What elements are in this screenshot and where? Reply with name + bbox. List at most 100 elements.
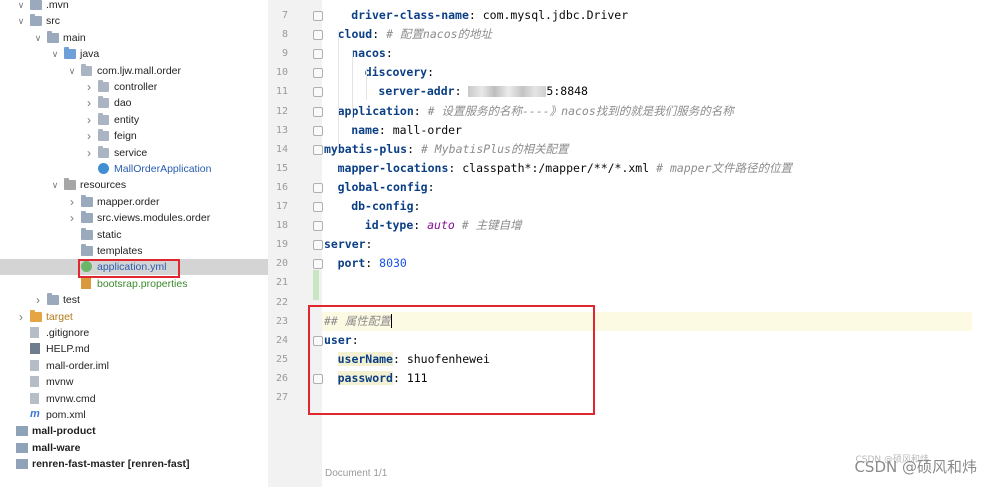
folder-icon: [30, 0, 42, 10]
tree-item-label: MallOrderApplication: [114, 163, 212, 175]
folder-icon: [30, 14, 42, 27]
tree-item[interactable]: mvnw: [0, 374, 268, 390]
line-number: 15: [275, 162, 288, 174]
tree-item-label: pom.xml: [46, 409, 86, 421]
chevron-down-icon[interactable]: ∨: [16, 13, 26, 29]
tree-item-label: java: [80, 48, 100, 61]
code-line[interactable]: mapper-locations: classpath*:/mapper/**/…: [322, 159, 972, 178]
code-line[interactable]: db-config:: [322, 197, 972, 216]
line-number: 13: [275, 124, 288, 136]
chevron-right-icon[interactable]: ›: [16, 309, 26, 325]
line-number: 12: [275, 105, 288, 117]
code-line[interactable]: [322, 273, 972, 292]
yaml-key: server: [324, 237, 366, 252]
file-icon: [30, 376, 39, 388]
line-number: 26: [275, 372, 288, 384]
tree-item[interactable]: mall-ware: [0, 440, 268, 456]
module-icon: [16, 426, 28, 437]
tree-item[interactable]: HELP.md: [0, 341, 268, 357]
code-line[interactable]: cloud: # 配置nacos的地址: [322, 25, 972, 44]
chevron-right-icon[interactable]: ›: [84, 145, 94, 161]
chevron-right-icon[interactable]: ›: [33, 292, 43, 308]
package-icon: [98, 145, 109, 158]
tree-item[interactable]: ∨ resources: [0, 177, 268, 193]
code-text: :: [454, 84, 469, 99]
annotation-box-application-yml: [78, 259, 180, 278]
tree-item[interactable]: ∨ com.ljw.mall.order: [0, 63, 268, 79]
line-number: 21: [275, 277, 288, 289]
folder-icon: [47, 30, 59, 43]
code-line[interactable]: nacos:: [322, 44, 972, 63]
chevron-down-icon[interactable]: ∨: [50, 177, 60, 193]
tree-item[interactable]: MallOrderApplication: [0, 161, 268, 177]
line-number: 11: [275, 86, 288, 98]
tree-item[interactable]: static: [0, 227, 268, 243]
code-comment: # 设置服务的名称----》nacos找到的就是我们服务的名称: [427, 103, 734, 118]
tree-item-label: service: [114, 146, 148, 159]
code-line[interactable]: global-config:: [322, 178, 972, 197]
chevron-right-icon[interactable]: ›: [67, 194, 77, 210]
tree-item-label: target: [46, 310, 73, 323]
watermark: CSDN @硕风和炜: [854, 458, 977, 476]
chevron-down-icon[interactable]: ∨: [33, 30, 43, 46]
line-number: 8: [281, 29, 288, 41]
tree-item[interactable]: › target: [0, 309, 268, 325]
yaml-key: application: [337, 103, 414, 118]
tree-item[interactable]: ∨ main: [0, 30, 268, 46]
tree-item[interactable]: mall-product: [0, 423, 268, 439]
chevron-right-icon[interactable]: ›: [84, 95, 94, 111]
tree-item-label: renren-fast-master [renren-fast]: [32, 458, 190, 471]
tree-item[interactable]: ∨ .mvn: [0, 0, 268, 13]
tree-item[interactable]: › service: [0, 145, 268, 161]
tree-item[interactable]: mall-order.iml: [0, 358, 268, 374]
tree-item[interactable]: m pom.xml: [0, 407, 268, 423]
yaml-key: cloud: [337, 27, 373, 42]
chevron-right-icon[interactable]: ›: [84, 79, 94, 95]
chevron-right-icon[interactable]: ›: [84, 112, 94, 128]
redacted-ip: [468, 86, 547, 98]
chevron-right-icon[interactable]: ›: [84, 128, 94, 144]
code-line[interactable]: port: 8030: [322, 254, 972, 273]
yaml-key: driver-class-name: [351, 8, 469, 22]
code-line[interactable]: name: mall-order: [322, 121, 972, 140]
code-line[interactable]: id-type: auto # 主键自增: [322, 216, 972, 235]
line-number: 24: [275, 334, 288, 346]
code-line[interactable]: discovery:: [322, 63, 972, 82]
tree-item[interactable]: › controller: [0, 79, 268, 95]
tree-item[interactable]: ∨ src: [0, 13, 268, 29]
chevron-down-icon[interactable]: ∨: [16, 0, 26, 13]
tree-item[interactable]: › mapper.order: [0, 194, 268, 210]
tree-item-label: entity: [114, 113, 140, 126]
chevron-right-icon[interactable]: ›: [67, 210, 77, 226]
code-text: :: [407, 141, 421, 156]
code-text: :: [365, 256, 380, 271]
code-text: : com.mysql.jdbc.Driver: [468, 8, 629, 22]
tree-item[interactable]: › feign: [0, 128, 268, 144]
tree-item[interactable]: renren-fast-master [renren-fast]: [0, 456, 268, 472]
tree-item[interactable]: › dao: [0, 95, 268, 111]
tree-item[interactable]: templates: [0, 243, 268, 259]
properties-icon: [81, 277, 91, 289]
code-line[interactable]: application: # 设置服务的名称----》nacos找到的就是我们服…: [322, 102, 972, 121]
yaml-key: port: [337, 256, 366, 271]
tree-item[interactable]: › entity: [0, 112, 268, 128]
indent-guide: [366, 68, 367, 100]
code-text: 8030: [379, 256, 407, 271]
code-text: :: [372, 27, 387, 42]
tree-item[interactable]: ∨ java: [0, 46, 268, 62]
code-line[interactable]: driver-class-name: com.mysql.jdbc.Driver: [322, 6, 972, 25]
chevron-down-icon[interactable]: ∨: [50, 46, 60, 62]
code-line[interactable]: server:: [322, 235, 972, 254]
code-line[interactable]: mybatis-plus: # MybatisPlus的相关配置: [322, 140, 972, 159]
chevron-down-icon[interactable]: ∨: [67, 63, 77, 79]
tree-item[interactable]: › src.views.modules.order: [0, 210, 268, 226]
yaml-key: id-type: [364, 218, 414, 233]
code-text: : mall-order: [378, 122, 462, 137]
tree-item[interactable]: .gitignore: [0, 325, 268, 341]
code-text: :: [413, 103, 428, 118]
tree-item[interactable]: mvnw.cmd: [0, 391, 268, 407]
tree-item[interactable]: › test: [0, 292, 268, 308]
code-line[interactable]: server-addr: 5:8848: [322, 82, 972, 101]
tree-item[interactable]: bootsrap.properties: [0, 276, 268, 292]
